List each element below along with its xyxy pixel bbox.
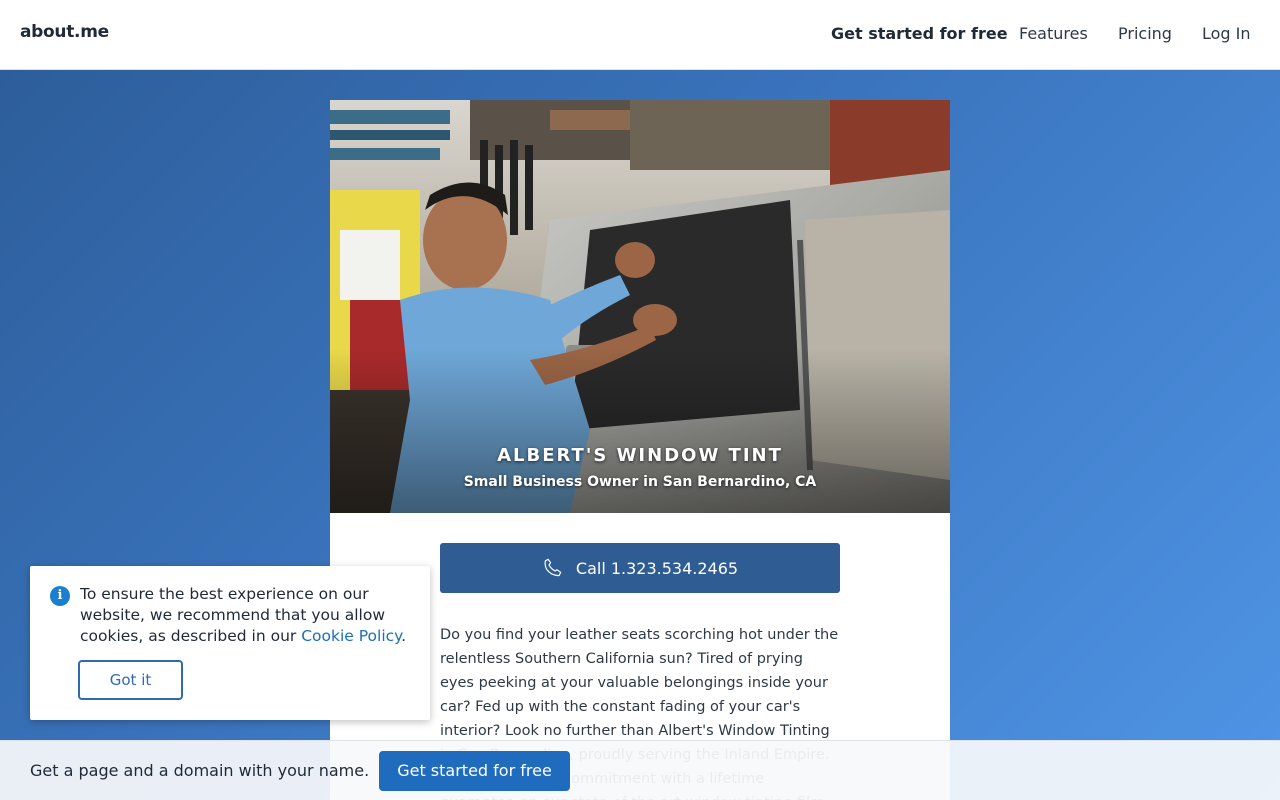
cookie-text: To ensure the best experience on our web…: [80, 584, 420, 647]
business-subtitle: Small Business Owner in San Bernardino, …: [463, 474, 817, 490]
bottom-bar-text: Get a page and a domain with your name.: [30, 761, 370, 780]
cookie-banner: i To ensure the best experience on our w…: [30, 566, 430, 720]
nav-features[interactable]: Features: [1019, 24, 1088, 43]
nav-log-in[interactable]: Log In: [1202, 24, 1251, 43]
phone-icon: [544, 558, 562, 577]
business-name: ALBERT'S WINDOW TINT: [497, 445, 783, 466]
signup-bottom-bar: Get a page and a domain with your name. …: [0, 740, 1280, 800]
get-started-button[interactable]: Get started for free: [379, 751, 570, 791]
info-icon: i: [50, 586, 70, 606]
about-me-logo[interactable]: about.me: [20, 22, 109, 42]
got-it-button[interactable]: Got it: [78, 660, 183, 700]
nav-get-started[interactable]: Get started for free: [831, 24, 1008, 43]
call-button[interactable]: Call 1.323.534.2465: [440, 543, 840, 593]
top-nav-bar: about.me Get started for free Features P…: [0, 0, 1280, 70]
cookie-suffix: .: [401, 627, 407, 645]
nav-pricing[interactable]: Pricing: [1118, 24, 1172, 43]
call-button-label: Call 1.323.534.2465: [575, 558, 739, 578]
profile-hero-photo: ALBERT'S WINDOW TINT Small Business Owne…: [330, 100, 950, 513]
cookie-policy-link[interactable]: Cookie Policy: [301, 627, 401, 645]
